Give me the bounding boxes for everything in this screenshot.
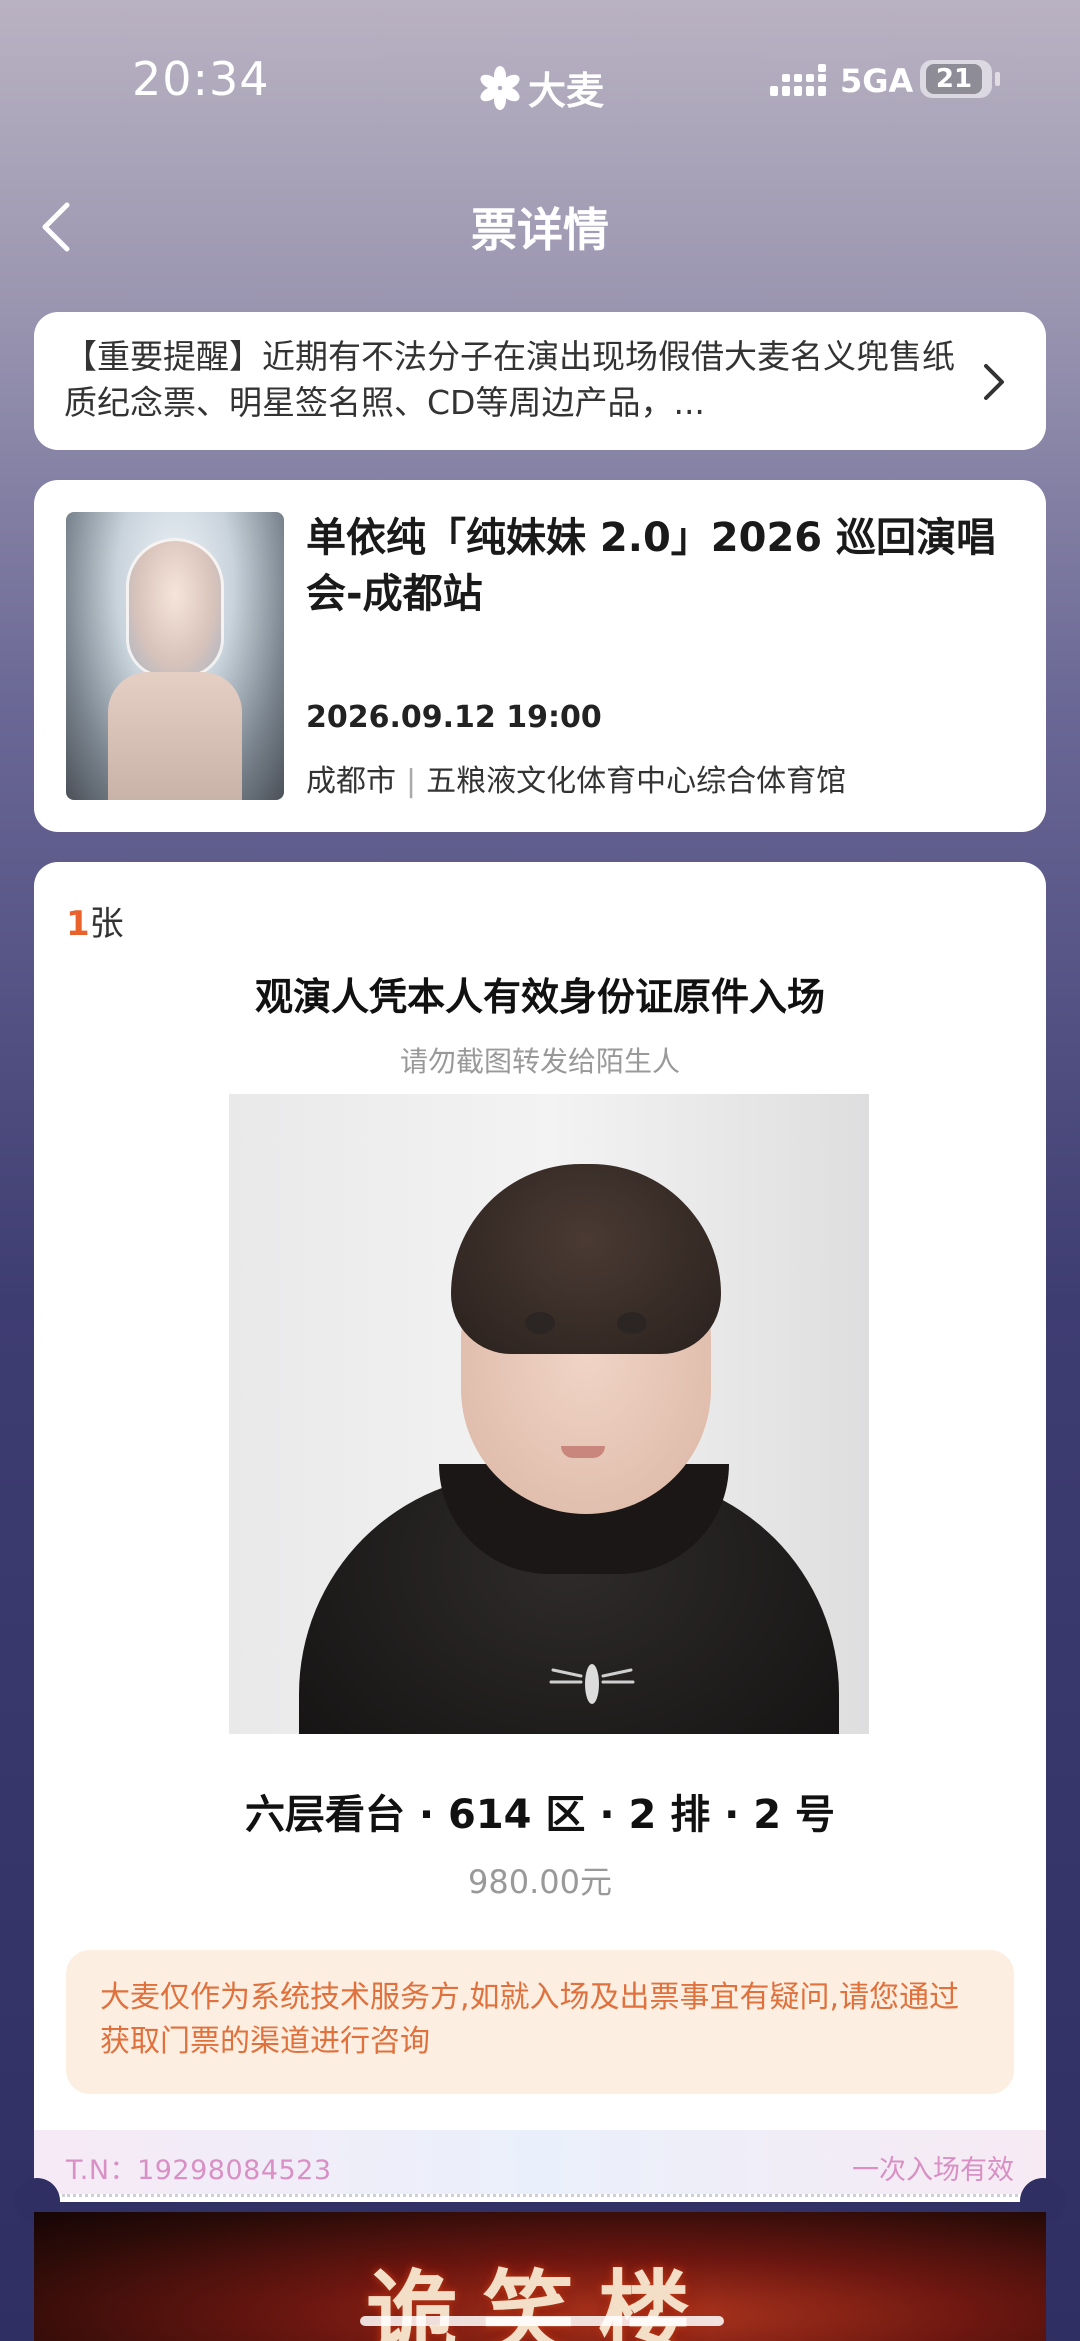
battery-icon: 21 [920, 60, 1000, 98]
no-screenshot-warning: 请勿截图转发给陌生人 [399, 1045, 680, 1078]
photo-hair [451, 1164, 721, 1354]
network-type: 5GA [840, 62, 914, 100]
chevron-right-icon [984, 364, 1004, 400]
photo-eye-right [617, 1312, 647, 1334]
ticket-price: 980.00元 [468, 1863, 612, 1901]
event-datetime: 2026.09.12 19:00 [306, 700, 602, 735]
ticket-count-number: 1 [66, 904, 90, 944]
damai-flower-icon [480, 65, 520, 110]
photo-mouth [561, 1446, 605, 1458]
service-disclaimer: 大麦仅作为系统技术服务方,如就入场及出票事宜有疑问,请您通过获取门票的渠道进行咨… [66, 1950, 1014, 2094]
entry-requirement-heading: 观演人凭本人有效身份证原件入场 [254, 975, 825, 1019]
important-notice-card[interactable]: 【重要提醒】近期有不法分子在演出现场假借大麦名义兜售纸质纪念票、明星签名照、CD… [34, 312, 1046, 450]
ticket-number-bar: T.N：19298084523 一次入场有效 [34, 2130, 1046, 2194]
status-time: 20:34 [132, 52, 270, 106]
venue-divider: | [406, 764, 417, 799]
home-indicator[interactable] [360, 2316, 724, 2326]
event-location: 成都市 | 五粮液文化体育中心综合体育馆 [306, 756, 846, 800]
poster-figure-head [126, 538, 224, 678]
page-title: 票详情 [471, 203, 609, 257]
nav-bar: 票详情 [0, 180, 1080, 270]
signal-icon [770, 64, 826, 96]
ticket-number: T.N：19298084523 [66, 2155, 332, 2186]
notice-text: 【重要提醒】近期有不法分子在演出现场假借大麦名义兜售纸质纪念票、明星签名照、CD… [64, 337, 955, 422]
event-info-card[interactable]: 单依纯「纯妹妹 2.0」2026 巡回演唱会-成都站 2026.09.12 19… [34, 480, 1046, 832]
brand-name: 大麦 [528, 69, 605, 113]
brand-logo: 大麦 [478, 60, 604, 115]
ticket-card: 1张 观演人凭本人有效身份证原件入场 请勿截图转发给陌生人 六层看台 · 614… [34, 862, 1046, 2202]
perforation-line [62, 2194, 1018, 2197]
event-venue: 五粮液文化体育中心综合体育馆 [426, 764, 847, 799]
ticket-count: 1张 [66, 896, 124, 945]
hoodie-cat-graphic-icon [549, 1664, 635, 1704]
event-city: 成都市 [306, 764, 396, 799]
attendee-photo [229, 1094, 869, 1734]
ticket-count-unit: 张 [89, 904, 124, 944]
battery-cap [995, 72, 1000, 86]
seat-info: 六层看台 · 614 区 · 2 排 · 2 号 [244, 1792, 836, 1838]
photo-eye-left [525, 1312, 555, 1334]
event-title: 单依纯「纯妹妹 2.0」2026 巡回演唱会-成都站 [306, 515, 997, 617]
poster-figure-body [108, 672, 242, 800]
status-bar: 20:34 大麦 5GA 21 [0, 0, 1080, 160]
event-poster [66, 512, 284, 800]
battery-level: 21 [926, 64, 982, 94]
single-entry-note: 一次入场有效 [852, 2155, 1014, 2186]
